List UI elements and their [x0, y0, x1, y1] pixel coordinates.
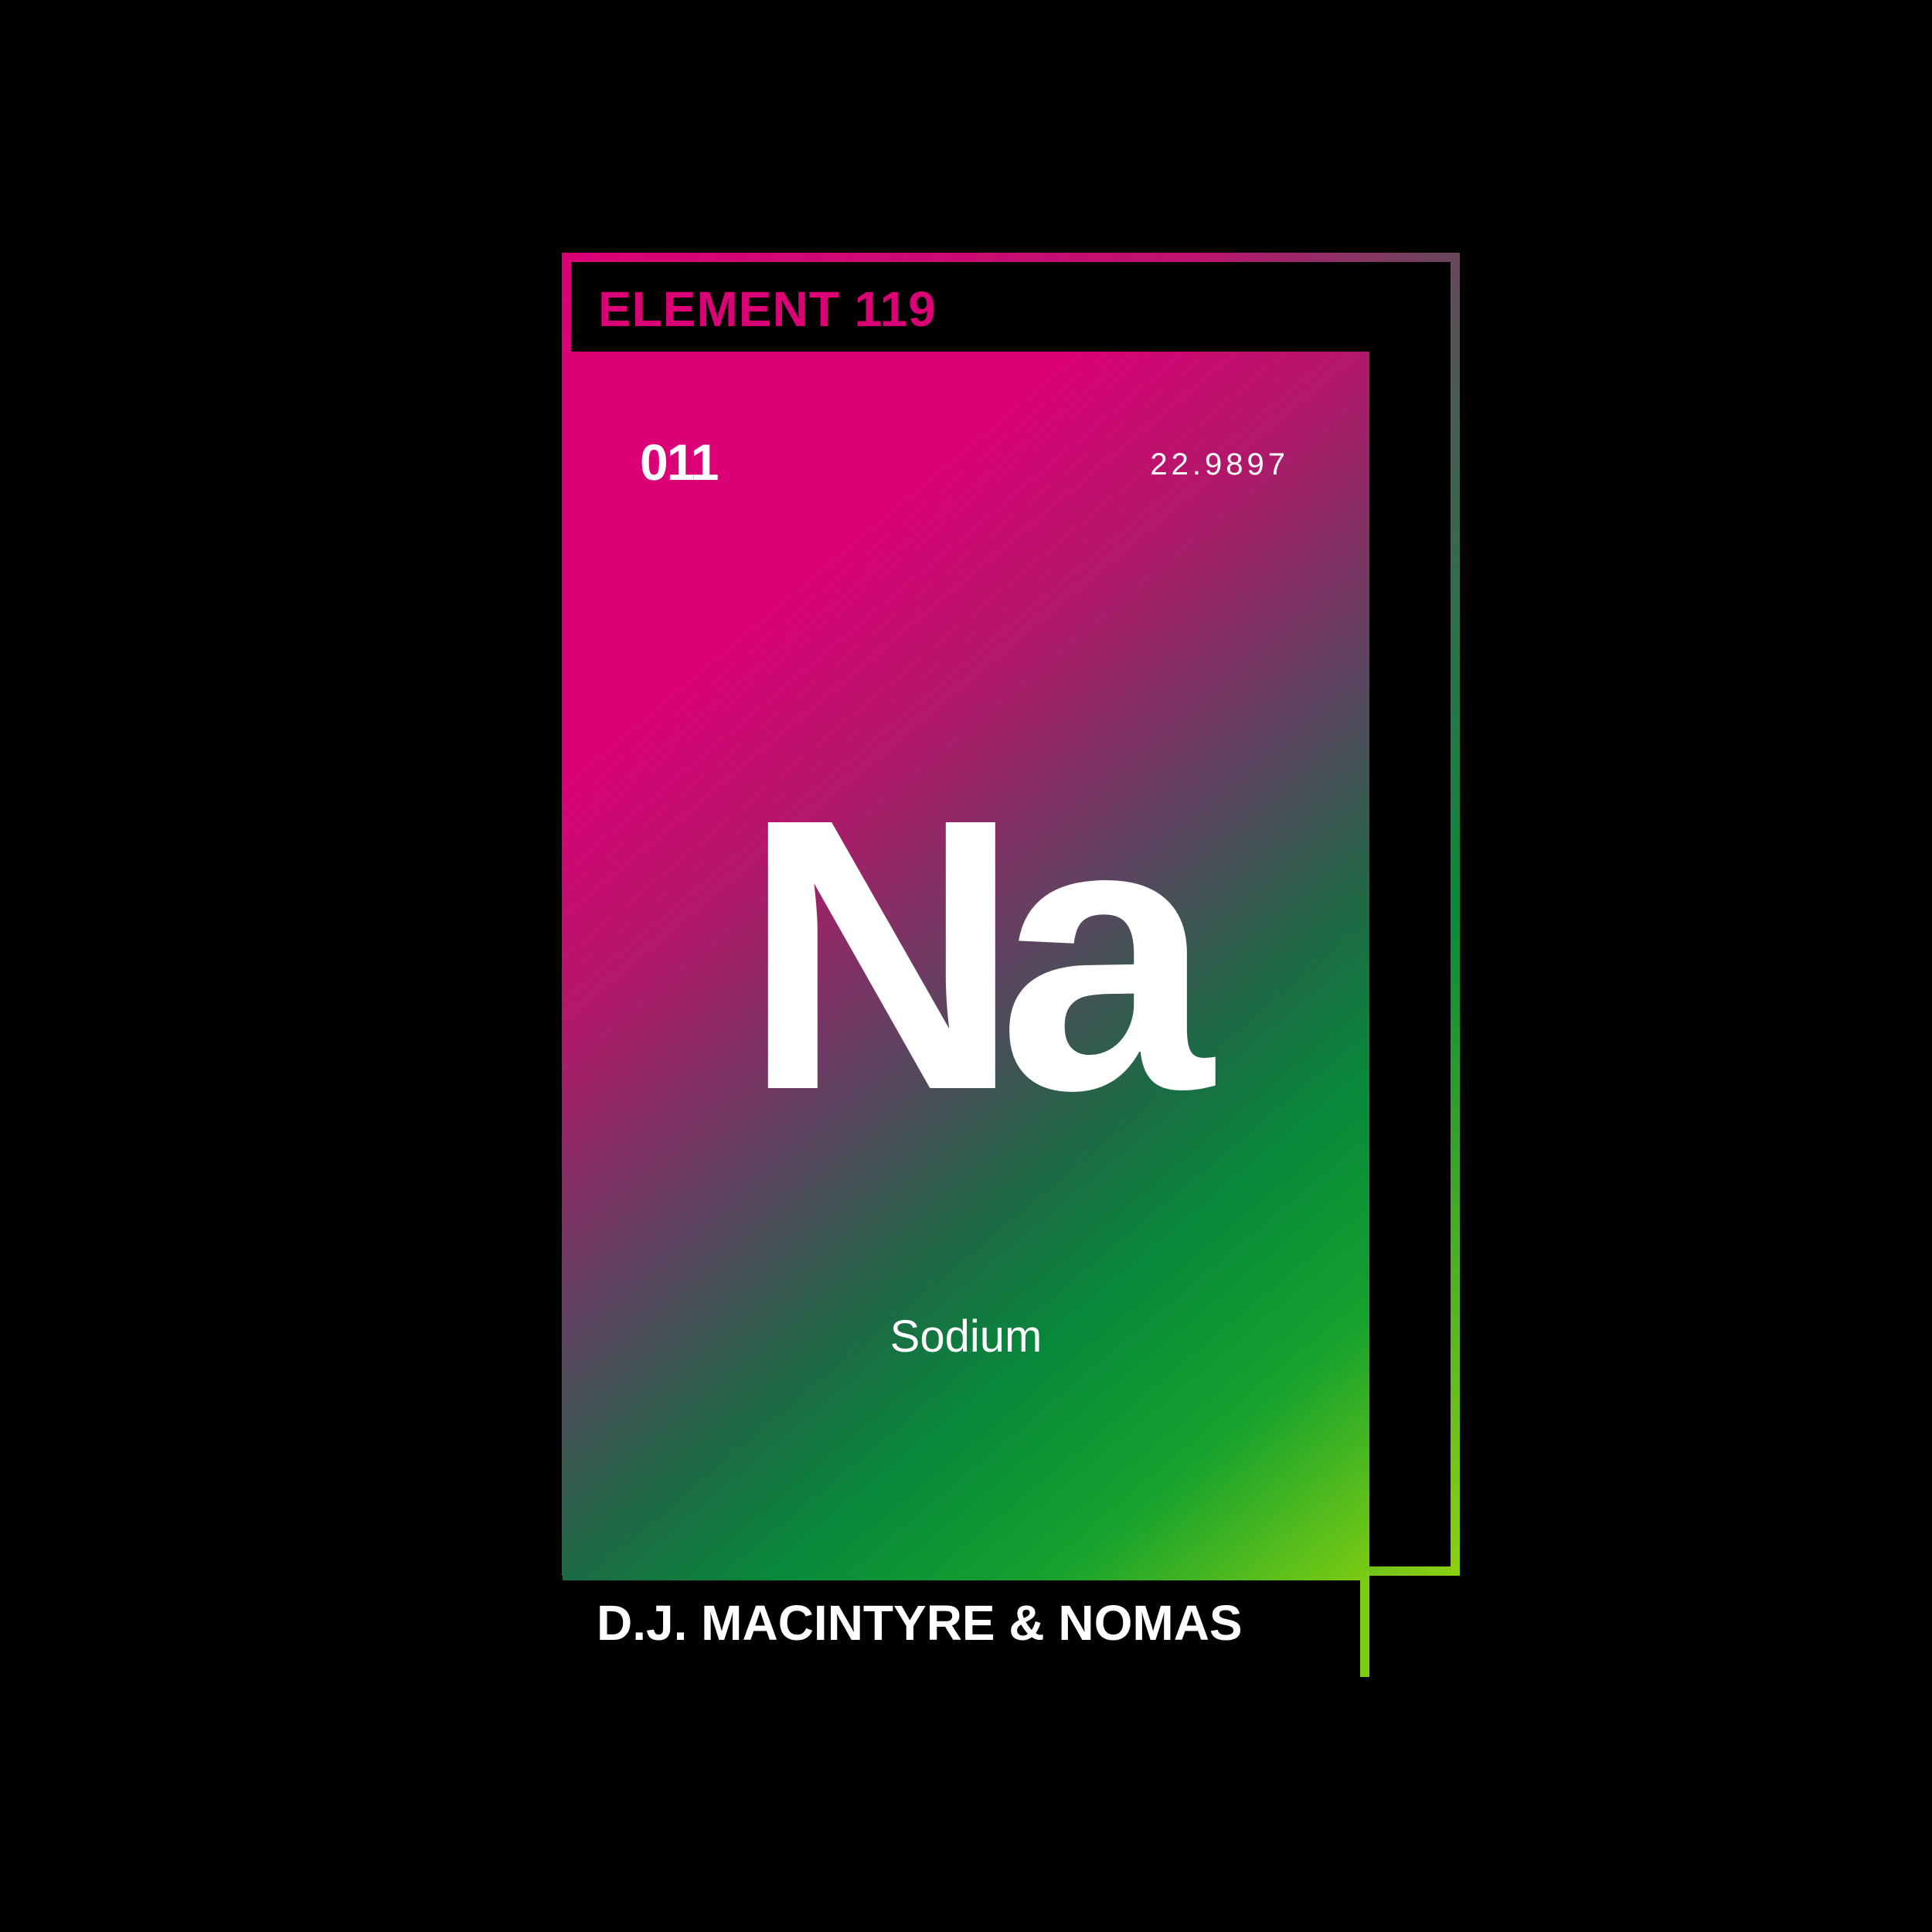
element-symbol: Na [742, 738, 1213, 1170]
atomic-number: 011 [640, 434, 719, 491]
album-cover: ELEMENT 119 011 22.9897 Na Sodium D.J. M… [0, 0, 1932, 1932]
atomic-mass: 22.9897 [1150, 447, 1289, 481]
artist-name: D.J. MACINTYRE & NOMAS [597, 1595, 1243, 1651]
element-name: Sodium [889, 1311, 1043, 1362]
series-label: ELEMENT 119 [598, 281, 937, 337]
